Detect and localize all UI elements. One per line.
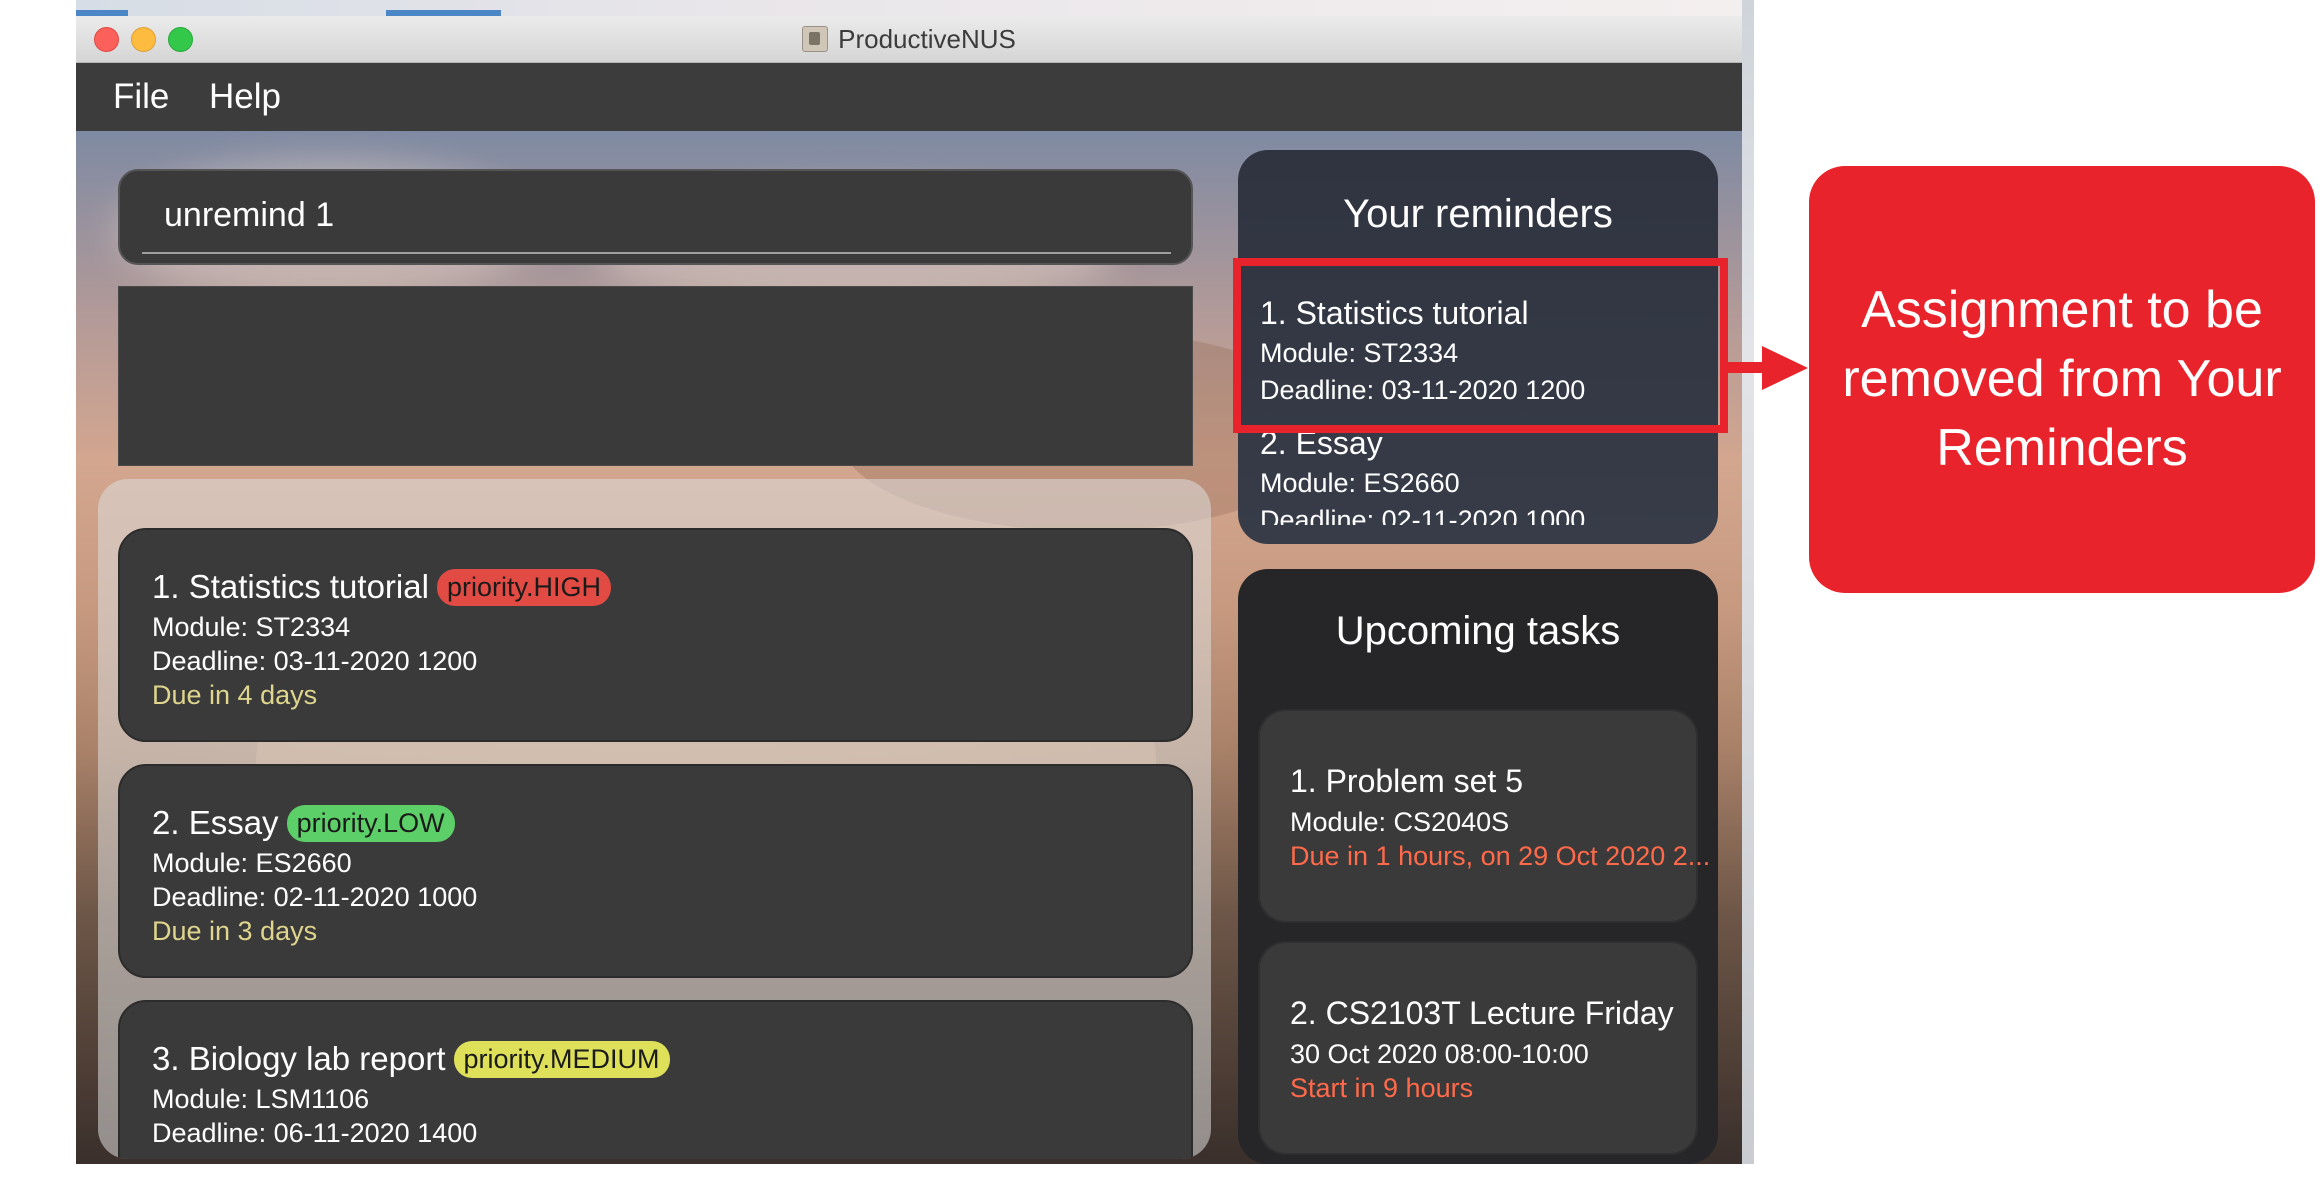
title-bar: ProductiveNUS: [76, 16, 1742, 63]
assignment-module: Module: LSM1106: [152, 1084, 370, 1114]
assignment-name: 3. Biology lab report: [152, 1040, 446, 1077]
assignment-name: 2. Essay: [152, 804, 279, 841]
reminder-deadline: Deadline: 02-11-2020 1000: [1260, 505, 1586, 525]
app-icon: [802, 26, 829, 52]
assignment-deadline: Deadline: 03-11-2020 1200: [152, 646, 478, 676]
upcoming-status: Start in 9 hours: [1290, 1073, 1474, 1103]
desktop-strip: [76, 0, 1742, 16]
assignment-card[interactable]: 2. Essay priority.LOW Module: ES2660 Dead…: [118, 764, 1193, 978]
assignment-deadline: Deadline: 06-11-2020 1400: [152, 1118, 478, 1148]
priority-badge: priority.HIGH: [436, 569, 611, 606]
annotation-callout: Assignment to be removed from Your Remin…: [1809, 166, 2315, 593]
priority-badge: priority.LOW: [286, 805, 455, 842]
assignment-due: Due in 3 days: [152, 916, 318, 946]
assignment-list[interactable]: 1. Statistics tutorial priority.HIGH Modu…: [98, 479, 1211, 1159]
assignment-deadline: Deadline: 02-11-2020 1000: [152, 882, 478, 912]
result-display: [118, 286, 1193, 466]
assignment-card[interactable]: 1. Statistics tutorial priority.HIGH Modu…: [118, 528, 1193, 742]
annotation-arrow-icon: [1762, 346, 1808, 390]
menu-bar: File Help: [76, 63, 1742, 131]
reminder-module: Module: ES2660: [1260, 468, 1460, 498]
upcoming-name: 2. CS2103T Lecture Friday: [1290, 995, 1674, 1031]
annotation-arrow-shaft: [1728, 362, 1766, 373]
priority-badge: priority.MEDIUM: [453, 1041, 670, 1078]
upcoming-card[interactable]: 2. CS2103T Lecture Friday 30 Oct 2020 08…: [1258, 941, 1698, 1155]
reminder-item[interactable]: 2. Essay Module: ES2660 Deadline: 02-11-…: [1260, 425, 1585, 525]
upcoming-detail: 30 Oct 2020 08:00-10:00: [1290, 1039, 1589, 1069]
upcoming-status: Due in 1 hours, on 29 Oct 2020 2...: [1290, 841, 1711, 871]
assignment-title-row: 1. Statistics tutorial priority.HIGH: [152, 568, 611, 606]
assignment-module: Module: ST2334: [152, 612, 351, 642]
assignment-title-row: 3. Biology lab report priority.MEDIUM: [152, 1040, 670, 1078]
command-input[interactable]: unremind 1: [164, 196, 334, 235]
upcoming-card[interactable]: 1. Problem set 5 Module: CS2040S Due in …: [1258, 709, 1710, 923]
reminders-title: Your reminders: [1343, 192, 1613, 236]
command-box[interactable]: unremind 1: [118, 169, 1193, 265]
window-title-wrap: ProductiveNUS: [76, 24, 1742, 55]
upcoming-name: 1. Problem set 5: [1290, 763, 1523, 799]
window-title: ProductiveNUS: [838, 24, 1016, 54]
assignment-due: Due in 4 days: [152, 680, 318, 710]
app-window: ProductiveNUS File Help unremind 1 1. St…: [76, 16, 1742, 1164]
upcoming-title: Upcoming tasks: [1335, 609, 1621, 653]
annotation-text: Assignment to be removed from Your Remin…: [1842, 281, 2282, 477]
assignment-card[interactable]: 3. Biology lab report priority.MEDIUM Mod…: [118, 1000, 1193, 1159]
upcoming-panel[interactable]: Upcoming tasks 1. Problem set 5 Module: …: [1238, 569, 1718, 1164]
highlight-box: [1233, 258, 1728, 433]
menu-help[interactable]: Help: [209, 77, 281, 117]
assignment-name: 1. Statistics tutorial: [152, 568, 429, 605]
upcoming-detail: Module: CS2040S: [1290, 807, 1510, 837]
assignment-module: Module: ES2660: [152, 848, 352, 878]
command-underline: [142, 252, 1171, 254]
menu-file[interactable]: File: [113, 77, 169, 117]
assignment-title-row: 2. Essay priority.LOW: [152, 804, 455, 842]
desktop-edge: [1742, 0, 1754, 1164]
